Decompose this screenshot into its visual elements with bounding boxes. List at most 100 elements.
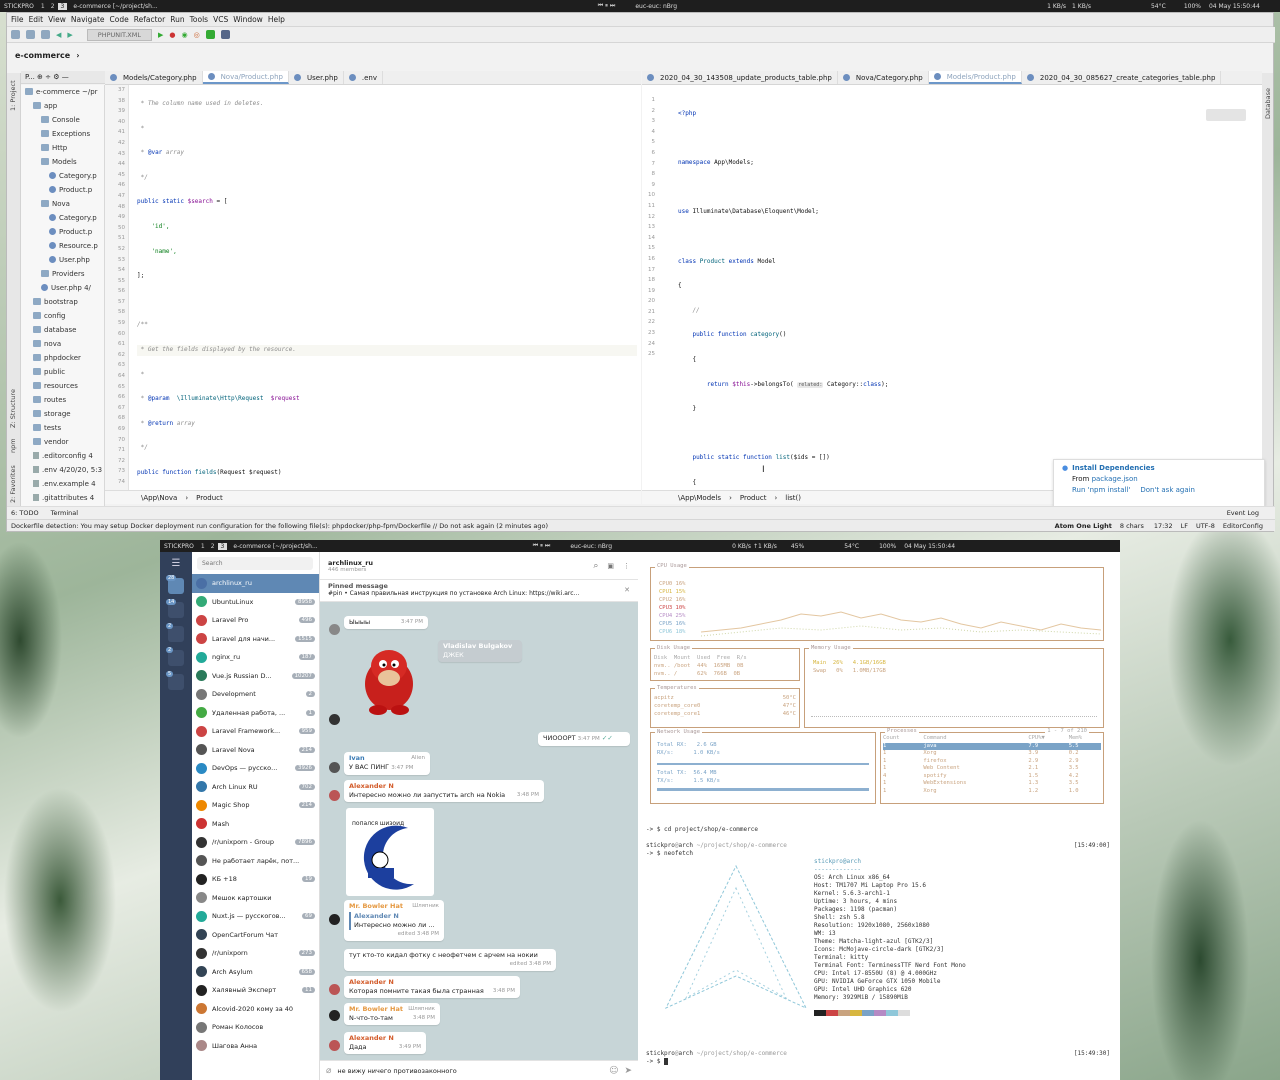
run-config-select[interactable]: PHPUNIT.XML [86, 28, 152, 41]
status-line-ending[interactable]: LF [1181, 522, 1188, 530]
avatar[interactable] [329, 624, 340, 635]
message-bubble[interactable]: тут кто-то кидал фотку с неофетчем с арч… [344, 949, 556, 971]
chat-list-item[interactable]: Шагова Анна [192, 1037, 319, 1056]
message-input[interactable]: не вижу ничего противозаконного [337, 1067, 603, 1075]
editor-tab[interactable]: User.php [289, 71, 344, 84]
status-editorconfig[interactable]: EditorConfig [1223, 522, 1263, 530]
search-everywhere-icon[interactable] [220, 30, 230, 39]
folder-item[interactable]: 2 [166, 623, 184, 642]
left-editor[interactable]: 37 38 39 40 41 42 43 44 45 46 47 48 49 50 51 52 53 54 55 56… [105, 85, 641, 490]
reply-bubble[interactable]: Vladislav Bulgakov ДЖЕК [438, 640, 522, 662]
sync-icon[interactable] [41, 30, 50, 39]
chat-list-item[interactable]: Laravel Pro 496 [192, 611, 319, 630]
chat-list-item[interactable]: Laravel Nova 214 [192, 741, 319, 760]
editor-tab[interactable]: 2020_04_30_085627_create_categories_tabl… [1022, 71, 1222, 84]
emoji-icon[interactable]: ☺ [609, 1066, 618, 1076]
project-tool-tab[interactable]: 1: Project [9, 80, 17, 111]
editor-tab[interactable]: 2020_04_30_143508_update_products_table.… [642, 71, 838, 84]
menu-code[interactable]: Code [110, 15, 129, 24]
chat-list-item[interactable]: DevOps — русско... 3926 [192, 759, 319, 778]
open-icon[interactable] [11, 30, 20, 39]
chat-list-item[interactable]: UbuntuLinux 8958 [192, 593, 319, 612]
search-input[interactable] [197, 556, 313, 570]
process-column-header[interactable]: CPU%▼ [1028, 735, 1068, 743]
status-encoding[interactable]: UTF-8 [1196, 522, 1215, 530]
chat-list-item[interactable]: КБ +18 19 [192, 870, 319, 889]
message-bubble[interactable]: Mr. Bowler Hat Шляпник Alexander N Интере… [344, 900, 444, 941]
menu-refactor[interactable]: Refactor [134, 15, 165, 24]
editor-tab[interactable]: Nova/Product.php [202, 71, 289, 84]
browser-preview-icons[interactable] [1206, 109, 1246, 121]
crumb-class[interactable]: Product [196, 494, 223, 502]
tree-node[interactable]: User.php 4/ [21, 281, 104, 295]
folder-item[interactable]: 28 [166, 575, 184, 594]
left-code[interactable]: * The column name used in deletes. * * @… [137, 85, 637, 490]
chat-list-item[interactable]: Халявный Эксперт 11 [192, 981, 319, 1000]
tree-node[interactable]: User.php [21, 253, 104, 267]
media-controls[interactable]: ⏮ ⏸ ⏭ [598, 2, 616, 10]
avatar[interactable] [329, 1040, 340, 1051]
process-column-header[interactable]: Count [883, 735, 923, 743]
tree-node[interactable]: tests [21, 421, 104, 435]
chat-list-item[interactable]: Arch Linux RU 702 [192, 778, 319, 797]
more-options-icon[interactable]: ⋮ [623, 562, 630, 570]
menu-edit[interactable]: Edit [29, 15, 44, 24]
knuckles-sticker[interactable] [360, 644, 418, 716]
tree-node[interactable]: app [21, 99, 104, 113]
tree-node[interactable]: config [21, 309, 104, 323]
tree-node[interactable]: database [21, 323, 104, 337]
coverage-icon[interactable]: ◉ [182, 31, 188, 39]
todo-tab[interactable]: 6: TODO [11, 509, 39, 517]
npm-tool-tab[interactable]: npm [9, 438, 17, 453]
run-icon[interactable]: ▶ [158, 31, 163, 39]
dont-ask-again-link[interactable]: Don't ask again [1140, 486, 1195, 494]
chat-list-item[interactable]: Arch Asylum 658 [192, 963, 319, 982]
workspace-2[interactable]: 2 [48, 3, 58, 10]
tree-node[interactable]: Category.p [21, 211, 104, 225]
message-bubble[interactable]: Alexander N Которая помните такая была ст… [344, 976, 520, 998]
attach-icon[interactable]: ⌀ [326, 1066, 331, 1076]
tree-node[interactable]: Product.p [21, 183, 104, 197]
profile-icon[interactable]: ◎ [194, 31, 200, 39]
terminal-pane[interactable]: -> $ cd project/shop/e-commerce stickpro… [642, 818, 1118, 1066]
tree-node[interactable]: .gitattributes 4 [21, 491, 104, 505]
menu-run[interactable]: Run [170, 15, 184, 24]
tree-node[interactable]: Http [21, 141, 104, 155]
tree-node[interactable]: Category.p [21, 169, 104, 183]
tree-node[interactable]: public [21, 365, 104, 379]
right-code[interactable]: <?php namespace App\Models; use Illumina… [678, 95, 1238, 490]
tree-node[interactable]: resources [21, 379, 104, 393]
run-npm-install-link[interactable]: Run 'npm install' [1072, 486, 1130, 494]
message-bubble[interactable]: Ivan Alien У ВАС ПИНГ 3:47 PM [344, 752, 430, 775]
send-icon[interactable]: ➤ [624, 1066, 632, 1076]
tree-node[interactable]: Product.p [21, 225, 104, 239]
crumb-namespace-right[interactable]: \App\Models [678, 494, 721, 502]
database-tool-tab[interactable]: Database [1264, 88, 1272, 119]
menu-window[interactable]: Window [233, 15, 263, 24]
tree-node[interactable]: Models [21, 155, 104, 169]
crumb-namespace[interactable]: \App\Nova [141, 494, 177, 502]
avatar[interactable] [329, 790, 340, 801]
tree-node[interactable]: Exceptions [21, 127, 104, 141]
menu-vcs[interactable]: VCS [213, 15, 228, 24]
process-row[interactable]: 1 java 7.9 5.5 [883, 742, 1101, 750]
process-column-header[interactable]: Mem% [1069, 735, 1101, 743]
media-controls-2[interactable]: ⏮ ⏸ ⏭ [533, 542, 551, 550]
tree-node[interactable]: Providers [21, 267, 104, 281]
tree-node[interactable]: storage [21, 407, 104, 421]
chat-list-item[interactable]: /r/unixporn - Group 7896 [192, 833, 319, 852]
message-bubble[interactable]: Alexander N Интересно можно ли запустить … [344, 780, 544, 802]
chat-list-item[interactable]: Удаленная работа, ... 1 [192, 704, 319, 723]
tree-node[interactable]: phpdocker [21, 351, 104, 365]
workspace-3[interactable]: 3 [57, 2, 68, 10]
menu-tools[interactable]: Tools [190, 15, 208, 24]
crumb-class-right[interactable]: Product [740, 494, 767, 502]
ws2-3[interactable]: 3 [217, 542, 228, 550]
tree-node[interactable]: nova [21, 337, 104, 351]
chat-list-item[interactable]: Mash [192, 815, 319, 834]
process-row[interactable]: 4 spotify 1.5 4.2 [883, 773, 1101, 781]
chat-list-item[interactable]: Laravel Framework... 959 [192, 722, 319, 741]
message-bubble[interactable]: Ыыыы 3:47 PM [344, 616, 428, 629]
chat-list-item[interactable]: archlinux_ru [192, 574, 319, 593]
sidebar-toggle-icon[interactable]: ▣ [607, 562, 614, 570]
